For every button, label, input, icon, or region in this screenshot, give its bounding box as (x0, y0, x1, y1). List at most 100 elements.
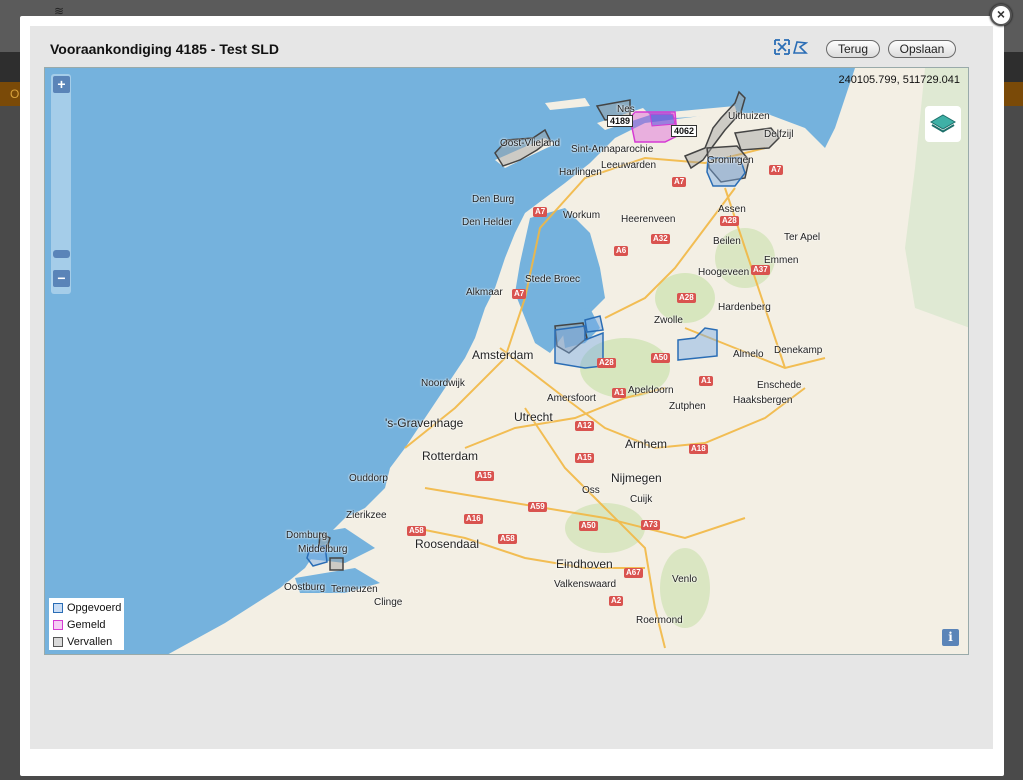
road-shield: A59 (528, 502, 547, 512)
city-label: Cuijk (630, 494, 653, 505)
city-label: Middelburg (298, 544, 348, 555)
city-label: Valkenswaard (554, 579, 617, 590)
draw-polygon-icon[interactable] (792, 39, 809, 55)
road-shield: A7 (769, 165, 784, 175)
road-shield: A50 (579, 521, 598, 531)
city-label: Domburg (286, 530, 328, 541)
info-button[interactable]: i (942, 629, 959, 646)
city-label: Groningen (707, 155, 754, 166)
road-shield: A7 (672, 177, 687, 187)
road-shield: A50 (651, 353, 670, 363)
app-logo-icon: ≋ (54, 4, 65, 18)
road-shield: A15 (475, 471, 494, 481)
road-shield: A1 (612, 388, 627, 398)
road-shield: A6 (614, 246, 629, 256)
fit-extent-icon[interactable] (774, 39, 790, 55)
road-shield: A32 (651, 234, 670, 244)
city-label: Eindhoven (556, 557, 613, 571)
road-shield: A2 (609, 596, 624, 606)
road-shield: A28 (597, 358, 616, 368)
city-label: Rotterdam (422, 449, 479, 463)
map-viewport[interactable]: Oost-Vlieland Sint-Annaparochie Nes Uith… (44, 67, 969, 655)
city-label: Leeuwarden (601, 160, 657, 171)
feature-tag[interactable]: 4062 (671, 125, 698, 137)
city-label: Sint-Annaparochie (571, 144, 654, 155)
zoom-slider-handle[interactable] (53, 250, 70, 258)
city-label: Almelo (733, 349, 764, 360)
city-label: Den Burg (472, 194, 515, 205)
city-label: Ter Apel (784, 232, 821, 243)
road-shield: A7 (512, 289, 527, 299)
city-label: Harlingen (559, 167, 602, 178)
feature-tag[interactable]: 4189 (607, 115, 634, 127)
road-shield: A15 (575, 453, 594, 463)
road-shield: A16 (464, 514, 483, 524)
city-label: Utrecht (514, 410, 553, 424)
city-label: Hardenberg (718, 302, 771, 313)
city-label: Roosendaal (415, 537, 480, 551)
legend-item: Vervallen (49, 634, 124, 651)
city-label: Nijmegen (611, 471, 662, 485)
legend-item: Opgevoerd (49, 600, 124, 617)
city-label: Oostburg (284, 582, 326, 593)
road-shield: A28 (720, 216, 739, 226)
city-label: Venlo (672, 574, 698, 585)
city-label: Beilen (713, 236, 741, 247)
city-label: Oost-Vlieland (500, 138, 561, 149)
city-label: Oss (582, 485, 600, 496)
road-shield: A73 (641, 520, 660, 530)
zoom-out-button[interactable]: − (53, 270, 70, 287)
city-label: Apeldoorn (628, 385, 674, 396)
legend-label: Vervallen (67, 636, 113, 648)
city-label: Ouddorp (349, 473, 388, 484)
layers-icon (930, 114, 956, 133)
legend-swatch (53, 603, 63, 613)
zoom-bar[interactable] (51, 74, 71, 294)
city-label: 's-Gravenhage (385, 416, 464, 430)
city-label: Alkmaar (466, 287, 503, 298)
city-label: Delfzijl (764, 129, 794, 140)
legend-label: Opgevoerd (67, 602, 122, 614)
coordinate-readout: 240105.799, 511729.041 (838, 74, 960, 86)
city-label: Roermond (636, 615, 683, 626)
save-button[interactable]: Opslaan (888, 40, 956, 58)
city-label: Haaksbergen (733, 395, 793, 406)
city-label: Amersfoort (547, 393, 596, 404)
city-label: Arnhem (625, 437, 668, 451)
city-label: Zwolle (654, 315, 683, 326)
road-shield: A67 (624, 568, 643, 578)
city-label: Zierikzee (346, 510, 387, 521)
road-shield: A37 (751, 265, 770, 275)
road-shield: A7 (533, 207, 548, 217)
road-shield: A28 (677, 293, 696, 303)
legend-label: Gemeld (67, 619, 106, 631)
layer-switcher-button[interactable] (925, 106, 961, 142)
road-shield: A58 (407, 526, 426, 536)
city-label: Assen (718, 204, 746, 215)
city-label: Enschede (757, 380, 802, 391)
city-label: Zutphen (669, 401, 706, 412)
city-label: Denekamp (774, 345, 823, 356)
city-label: Stede Broec (525, 274, 581, 285)
city-label: Emmen (764, 255, 799, 266)
back-button[interactable]: Terug (826, 40, 880, 58)
city-label: Uithuizen (728, 111, 770, 122)
close-button[interactable]: × (990, 4, 1012, 26)
map-legend: Opgevoerd Gemeld Vervallen (49, 598, 124, 650)
city-label: Nes (617, 104, 635, 115)
city-label: Den Helder (462, 217, 513, 228)
city-label: Heerenveen (621, 214, 676, 225)
road-shield: A18 (689, 444, 708, 454)
city-label: Amsterdam (472, 348, 534, 362)
road-shield: A58 (498, 534, 517, 544)
zoom-in-button[interactable]: + (53, 76, 70, 93)
city-label: Hoogeveen (698, 267, 750, 278)
city-label: Terneuzen (331, 584, 378, 595)
legend-item: Gemeld (49, 617, 124, 634)
city-label: Noordwijk (421, 378, 465, 389)
legend-swatch (53, 620, 63, 630)
road-shield: A1 (699, 376, 714, 386)
city-label: Workum (563, 210, 601, 221)
legend-swatch (53, 637, 63, 647)
modal-title: Vooraankondiging 4185 - Test SLD (50, 41, 279, 57)
